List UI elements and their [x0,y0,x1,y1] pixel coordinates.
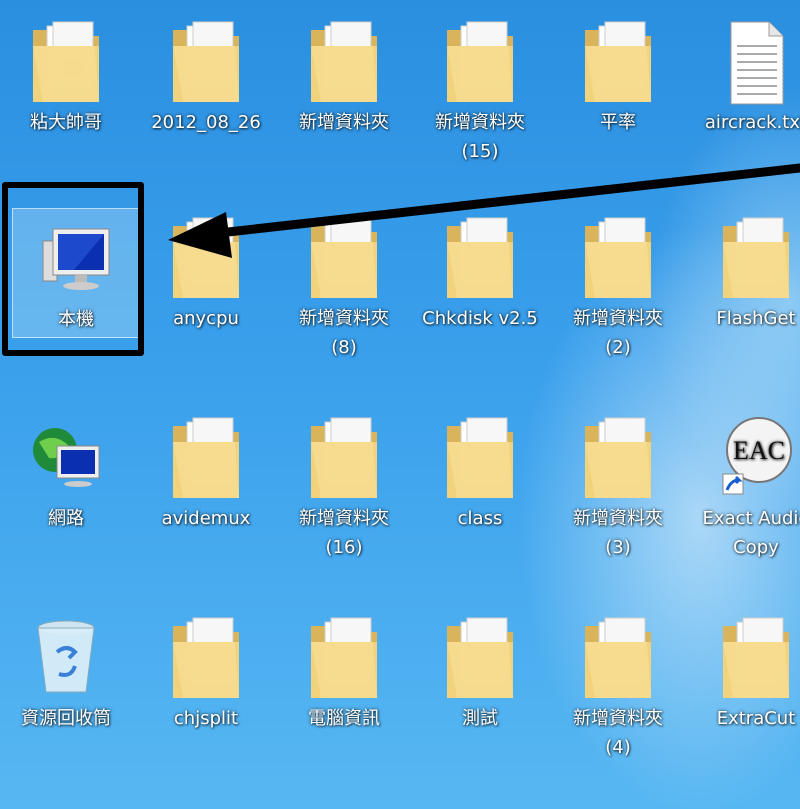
annotation-highlight-box [2,182,144,356]
folder-icon [719,612,793,704]
desktop-icon-label: chjsplit [173,708,239,729]
folder-icon [307,612,381,704]
text-file-icon [719,16,793,108]
desktop-icon-label: 新增資料夾 (4) [573,708,663,758]
desktop-icon-label: FlashGet [716,308,796,329]
desktop-icon[interactable]: 新增資料夾 [282,6,406,196]
desktop-icon[interactable]: FlashGet [694,202,800,392]
desktop-icon-label: 新增資料夾 (16) [299,508,389,558]
desktop-icon[interactable]: 新增資料夾 (8) [282,202,406,392]
desktop-icon-label: 2012_08_26 [151,112,261,133]
desktop-icon-label: 新增資料夾 (15) [435,112,525,162]
desktop-icon[interactable]: 測試 [418,602,542,792]
desktop-icon[interactable]: EAC Exact Audio Copy [694,402,800,592]
folder-icon [443,412,517,504]
desktop-icon[interactable]: 新增資料夾 (3) [556,402,680,592]
desktop-icon-label: 測試 [462,708,498,729]
folder-icon [443,16,517,108]
desktop-icon-label: avidemux [161,508,251,529]
folder-icon [307,412,381,504]
desktop-icon[interactable]: 新增資料夾 (4) [556,602,680,792]
desktop-icon-label: 平率 [600,112,636,133]
desktop-icon-label: 電腦資訊 [308,708,380,729]
desktop-icon[interactable]: chjsplit [144,602,268,792]
desktop-icon[interactable]: aircrack.txt [694,6,800,196]
desktop-icon[interactable]: 新增資料夾 (15) [418,6,542,196]
desktop-icon[interactable]: avidemux [144,402,268,592]
folder-icon [307,212,381,304]
folder-icon [581,612,655,704]
desktop-icon[interactable]: 電腦資訊 [282,602,406,792]
app-shortcut-icon: EAC [719,412,793,504]
desktop-icon-label: 資源回收筒 [21,708,111,729]
folder-icon [719,212,793,304]
folder-icon [307,16,381,108]
desktop-icon-label: Exact Audio Copy [702,508,800,558]
desktop[interactable]: 粘大帥哥 2012_08_26 新增資料夾 新增資料夾 (15) 平率 airc… [0,0,800,809]
folder-icon [169,612,243,704]
folder-icon [169,16,243,108]
svg-text:EAC: EAC [733,436,785,465]
desktop-icon-label: aircrack.txt [704,112,800,133]
desktop-icon[interactable]: 新增資料夾 (16) [282,402,406,592]
desktop-icon[interactable]: ExtraCut [694,602,800,792]
desktop-icon[interactable]: 2012_08_26 [144,6,268,196]
folder-icon [581,412,655,504]
desktop-icon[interactable]: 粘大帥哥 [4,6,128,196]
desktop-icon[interactable]: 新增資料夾 (2) [556,202,680,392]
desktop-icon[interactable]: 網路 [4,402,128,592]
desktop-icon-label: 粘大帥哥 [30,112,102,133]
folder-icon [169,412,243,504]
folder-icon [443,612,517,704]
desktop-icon-label: Chkdisk v2.5 [422,308,538,329]
desktop-icon-label: ExtraCut [716,708,796,729]
folder-icon [443,212,517,304]
desktop-icon-label: 新增資料夾 (8) [299,308,389,358]
desktop-icon-label: 新增資料夾 [299,112,389,133]
desktop-icon-label: 新增資料夾 (3) [573,508,663,558]
desktop-icon[interactable]: anycpu [144,202,268,392]
folder-icon [581,16,655,108]
desktop-icon-label: 網路 [48,508,84,529]
desktop-icon-label: anycpu [173,308,239,329]
folder-icon [169,212,243,304]
desktop-icon-label: class [457,508,503,529]
recycle-bin-icon [29,612,103,704]
desktop-icon[interactable]: Chkdisk v2.5 [418,202,542,392]
desktop-icon[interactable]: class [418,402,542,592]
user-folder-icon [29,16,103,108]
folder-icon [581,212,655,304]
desktop-icon[interactable]: 資源回收筒 [4,602,128,792]
network-icon [29,412,103,504]
desktop-icon-label: 新增資料夾 (2) [573,308,663,358]
desktop-icon[interactable]: 平率 [556,6,680,196]
